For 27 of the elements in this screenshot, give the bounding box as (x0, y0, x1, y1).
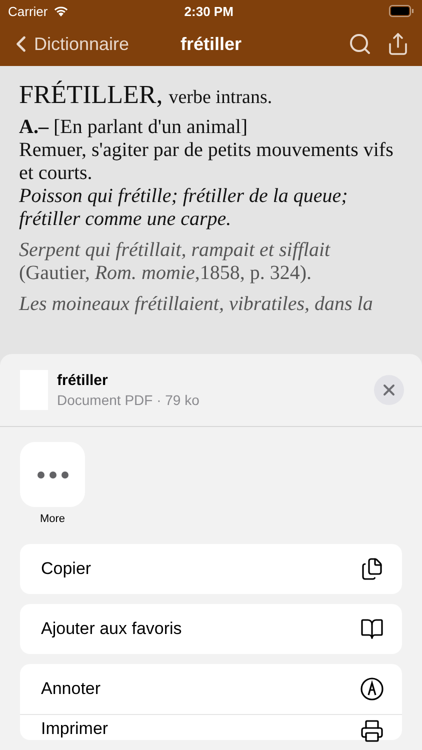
sense-heading: A.– [En parlant d'un animal] (19, 116, 249, 139)
file-name: frétiller (57, 372, 109, 389)
copy-icon (360, 557, 384, 581)
citation-text: Serpent qui frétillait, rampait et sifflait (Gautier, Rom. momie,1858, p. 324). (19, 239, 332, 285)
battery-icon (389, 5, 414, 17)
printer-icon (360, 719, 384, 743)
action-row[interactable]: Imprimer (20, 714, 402, 740)
book-icon (360, 617, 384, 641)
share-button[interactable] (386, 32, 410, 56)
action-row[interactable]: Copier (20, 544, 402, 594)
search-button[interactable] (348, 32, 372, 56)
headword: FRÉTILLER, (19, 80, 163, 110)
citation-text: Les moineaux frétillaient, vibratiles, dans la (19, 293, 374, 316)
definition-text: Remuer, s'agiter par de petits mouvements vifs et courts. (19, 139, 394, 185)
more-icon (36, 470, 68, 478)
file-info: Document PDF · 79 ko (57, 392, 200, 408)
back-link[interactable]: Dictionnaire (8, 31, 130, 57)
wifi-icon (52, 5, 69, 17)
example-text: Poisson qui frétille; frétiller de la queue; frétiller comme une carpe. (19, 185, 349, 231)
carrier-label: Carrier (8, 4, 48, 18)
clock-label: 2:30 PM (184, 4, 234, 18)
nav-title: frétiller (180, 34, 242, 54)
close-button[interactable] (374, 375, 404, 405)
action-row[interactable]: Ajouter aux favoris (20, 604, 402, 654)
action-row[interactable]: Annoter (20, 664, 402, 714)
part-of-speech: verbe intrans. (168, 87, 272, 109)
pen-in-circle-icon (360, 677, 384, 701)
